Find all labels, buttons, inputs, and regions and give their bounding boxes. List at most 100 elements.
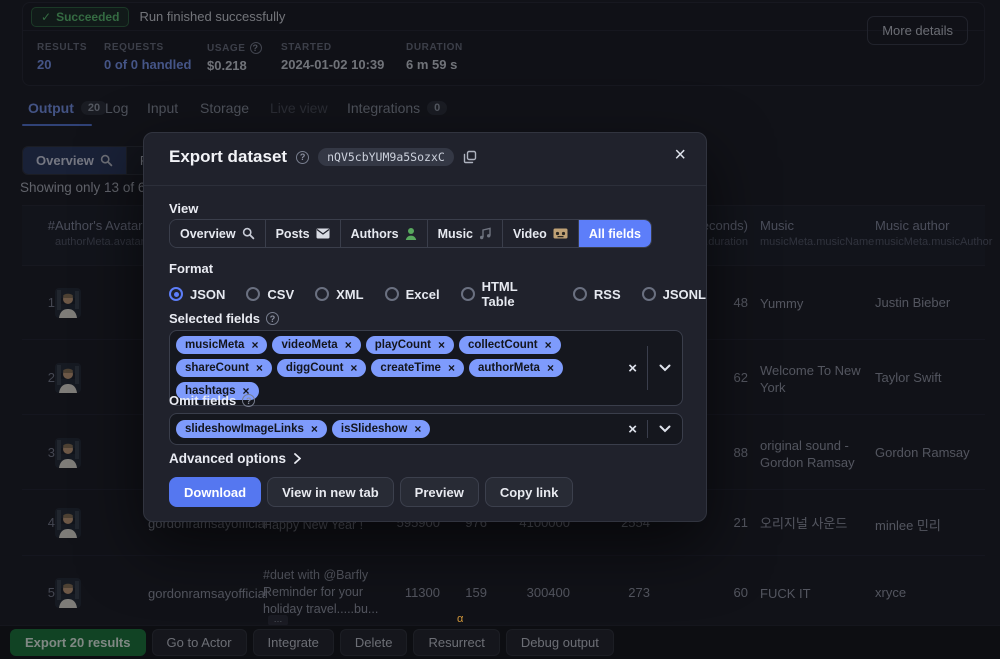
view-option-music[interactable]: Music [428, 220, 503, 247]
format-radio-excel[interactable]: Excel [385, 287, 440, 302]
download-button[interactable]: Download [169, 477, 261, 507]
view-option-authors[interactable]: Authors [341, 220, 428, 247]
field-pill-videoMeta: videoMeta × [272, 336, 360, 354]
dropdown-chevron[interactable] [648, 364, 682, 372]
format-radio-label: JSONL [663, 287, 706, 302]
radio-icon [169, 287, 183, 301]
radio-icon [385, 287, 399, 301]
dropdown-chevron[interactable] [648, 425, 682, 433]
modal-actions: DownloadView in new tabPreviewCopy link [169, 477, 573, 507]
radio-icon [573, 287, 587, 301]
field-pill-slideshowImageLinks: slideshowImageLinks × [176, 420, 327, 438]
chevron-right-icon [294, 453, 301, 464]
remove-field-icon[interactable]: × [256, 361, 263, 375]
remove-field-icon[interactable]: × [545, 338, 552, 352]
format-radios: JSON CSV XML Excel HTML Table RSS JSONL [169, 279, 706, 309]
field-pill-label: videoMeta [281, 339, 337, 351]
view-label: View [169, 201, 198, 216]
format-radio-label: CSV [267, 287, 294, 302]
view-option-label: All fields [589, 227, 641, 241]
field-pill-label: musicMeta [185, 339, 244, 351]
field-pill-label: slideshowImageLinks [185, 423, 304, 435]
field-pill-musicMeta: musicMeta × [176, 336, 267, 354]
radio-icon [315, 287, 329, 301]
view-option-label: Posts [276, 227, 310, 241]
clear-all-icon[interactable]: × [618, 360, 647, 377]
help-icon[interactable]: ? [296, 151, 309, 164]
field-pill-diggCount: diggCount × [277, 359, 367, 377]
field-pill-shareCount: shareCount × [176, 359, 272, 377]
remove-field-icon[interactable]: × [547, 361, 554, 375]
omit-fields-input[interactable]: slideshowImageLinks × isSlideshow × × [169, 413, 683, 445]
format-radio-jsonl[interactable]: JSONL [642, 287, 706, 302]
field-pill-label: playCount [375, 339, 431, 351]
radio-icon [246, 287, 260, 301]
advanced-options-toggle[interactable]: Advanced options [169, 451, 301, 466]
remove-field-icon[interactable]: × [345, 338, 352, 352]
field-pill-label: diggCount [286, 362, 343, 374]
remove-field-icon[interactable]: × [350, 361, 357, 375]
format-radio-json[interactable]: JSON [169, 287, 225, 302]
view-option-label: Authors [351, 227, 399, 241]
selected-fields-label: Selected fields? [169, 311, 279, 326]
export-dataset-modal: Export dataset ? nQV5cbYUM9a5SozxC × Vie… [143, 132, 707, 522]
chevron-down-icon [659, 425, 671, 433]
format-radio-html-table[interactable]: HTML Table [461, 279, 552, 309]
radio-icon [461, 287, 475, 301]
field-pill-createTime: createTime × [371, 359, 464, 377]
field-pill-label: collectCount [468, 339, 538, 351]
remove-field-icon[interactable]: × [251, 338, 258, 352]
magnifier-icon [242, 227, 255, 240]
help-icon[interactable]: ? [266, 312, 279, 325]
field-pill-label: shareCount [185, 362, 249, 374]
field-pill-authorMeta: authorMeta × [469, 359, 563, 377]
close-icon[interactable]: × [674, 145, 686, 165]
view-option-video[interactable]: Video [503, 220, 579, 247]
chevron-down-icon [659, 364, 671, 372]
remove-field-icon[interactable]: × [438, 338, 445, 352]
alpha-badge: α [457, 613, 463, 625]
clear-all-icon[interactable]: × [618, 421, 647, 438]
field-pill-collectCount: collectCount × [459, 336, 561, 354]
radio-icon [642, 287, 656, 301]
view-option-overview[interactable]: Overview [170, 220, 266, 247]
field-pill-playCount: playCount × [366, 336, 454, 354]
videocassette-icon [553, 228, 568, 239]
singer-icon [405, 227, 417, 240]
omit-fields-label: Omit fields? [169, 393, 255, 408]
format-radio-csv[interactable]: CSV [246, 287, 294, 302]
remove-field-icon[interactable]: × [414, 422, 421, 436]
view-option-label: Music [438, 227, 473, 241]
modal-header: Export dataset ? nQV5cbYUM9a5SozxC [169, 147, 477, 167]
view-option-all-fields[interactable]: All fields [579, 220, 651, 247]
help-icon[interactable]: ? [242, 394, 255, 407]
format-radio-label: JSON [190, 287, 225, 302]
view-option-label: Video [513, 227, 547, 241]
field-box-controls: × [618, 331, 682, 405]
field-pill-label: isSlideshow [341, 423, 407, 435]
view-option-posts[interactable]: Posts [266, 220, 341, 247]
field-box-controls: × [618, 414, 682, 444]
format-radio-label: Excel [406, 287, 440, 302]
view-options: Overview Posts Authors Music Video All fields [169, 219, 652, 248]
view-in-new-tab-button[interactable]: View in new tab [267, 477, 394, 507]
field-pill-label: authorMeta [478, 362, 540, 374]
format-radio-label: XML [336, 287, 363, 302]
run-detail-page: ✓ Succeeded Run finished successfully RE… [0, 0, 1000, 659]
remove-field-icon[interactable]: × [448, 361, 455, 375]
modal-title: Export dataset [169, 147, 287, 167]
format-radio-label: HTML Table [482, 279, 552, 309]
music-notes-icon [479, 227, 492, 240]
copy-icon[interactable] [463, 150, 477, 164]
field-pill-label: createTime [380, 362, 441, 374]
field-pill-isSlideshow: isSlideshow × [332, 420, 430, 438]
preview-button[interactable]: Preview [400, 477, 479, 507]
copy-link-button[interactable]: Copy link [485, 477, 574, 507]
format-radio-rss[interactable]: RSS [573, 287, 621, 302]
dataset-id-badge: nQV5cbYUM9a5SozxC [318, 148, 454, 166]
modal-divider [144, 185, 706, 186]
view-option-label: Overview [180, 227, 236, 241]
envelope-icon [316, 228, 330, 239]
remove-field-icon[interactable]: × [311, 422, 318, 436]
format-radio-xml[interactable]: XML [315, 287, 363, 302]
